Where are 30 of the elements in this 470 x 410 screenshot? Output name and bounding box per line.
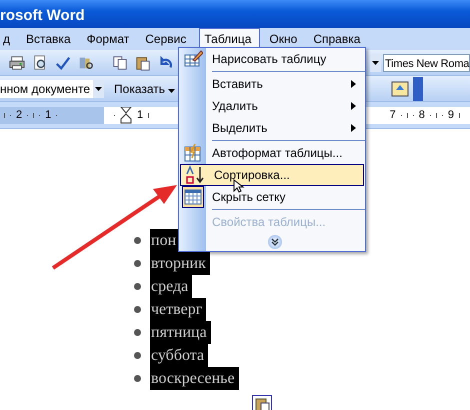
menu-item[interactable]: Скрыть сетку — [179, 186, 365, 208]
menu-item[interactable]: Сервис — [142, 28, 196, 50]
ruler-number: 1 — [45, 109, 52, 121]
ruler-number: 1 — [137, 109, 144, 121]
list-item: пятница — [150, 321, 211, 344]
menu-item[interactable]: Справка — [310, 28, 370, 50]
list-item: вторник — [150, 252, 210, 275]
window-title: rosoft Word — [0, 6, 85, 24]
menu-item[interactable]: Автоформат таблицы... — [179, 142, 365, 164]
menu-item[interactable]: Удалить — [179, 95, 365, 117]
menu-item[interactable]: д — [0, 28, 20, 50]
list-item: среда — [150, 275, 192, 298]
ruler-number: 8 — [418, 109, 425, 121]
list-item: воскресенье — [150, 367, 239, 390]
ruler-number: 2 — [16, 109, 22, 121]
ruler-number: 9 — [448, 109, 454, 121]
list-item: суббота — [150, 344, 208, 367]
menu-item[interactable]: Формат — [84, 28, 138, 50]
list-item: пон — [150, 229, 180, 252]
menu-item[interactable]: Выделить — [179, 117, 365, 139]
ruler-number: 7 — [390, 109, 396, 121]
list-item: четверг — [150, 298, 206, 321]
menu-item[interactable]: Нарисовать таблицу — [179, 48, 365, 70]
menu-item[interactable]: Окно — [266, 28, 306, 50]
menu-item[interactable]: Вставить — [179, 73, 365, 95]
menu-item[interactable]: Вставка — [23, 28, 80, 50]
show-button[interactable]: Показать — [110, 82, 180, 96]
menu-item[interactable]: Сортировка... — [180, 164, 364, 186]
style-field[interactable]: нном документе — [0, 80, 94, 98]
font-field[interactable]: Times New Roma — [383, 54, 470, 72]
